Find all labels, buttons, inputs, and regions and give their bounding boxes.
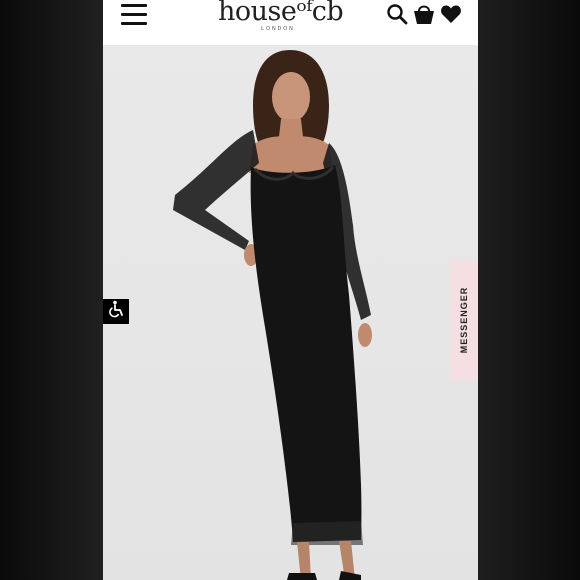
shopping-bag-icon[interactable] (412, 2, 436, 26)
header-actions (386, 2, 462, 26)
left-backdrop (0, 0, 103, 580)
site-header: houseᵒᶠcb LONDON (103, 0, 478, 45)
model-figure (173, 50, 372, 580)
search-icon[interactable] (386, 3, 408, 25)
right-backdrop (478, 0, 580, 580)
heart-icon[interactable] (440, 3, 462, 25)
wheelchair-accessibility-icon (107, 300, 125, 323)
mobile-page: houseᵒᶠcb LONDON MESSENGER (103, 0, 478, 580)
brand-logo[interactable]: houseᵒᶠcb LONDON (218, 0, 344, 32)
accessibility-button[interactable] (103, 299, 129, 324)
hamburger-menu-icon[interactable] (121, 4, 147, 26)
messenger-tab[interactable]: MESSENGER (450, 260, 478, 380)
messenger-label: MESSENGER (459, 286, 469, 354)
product-photo (103, 45, 478, 580)
logo-wordmark: houseᵒᶠcb (218, 0, 344, 27)
